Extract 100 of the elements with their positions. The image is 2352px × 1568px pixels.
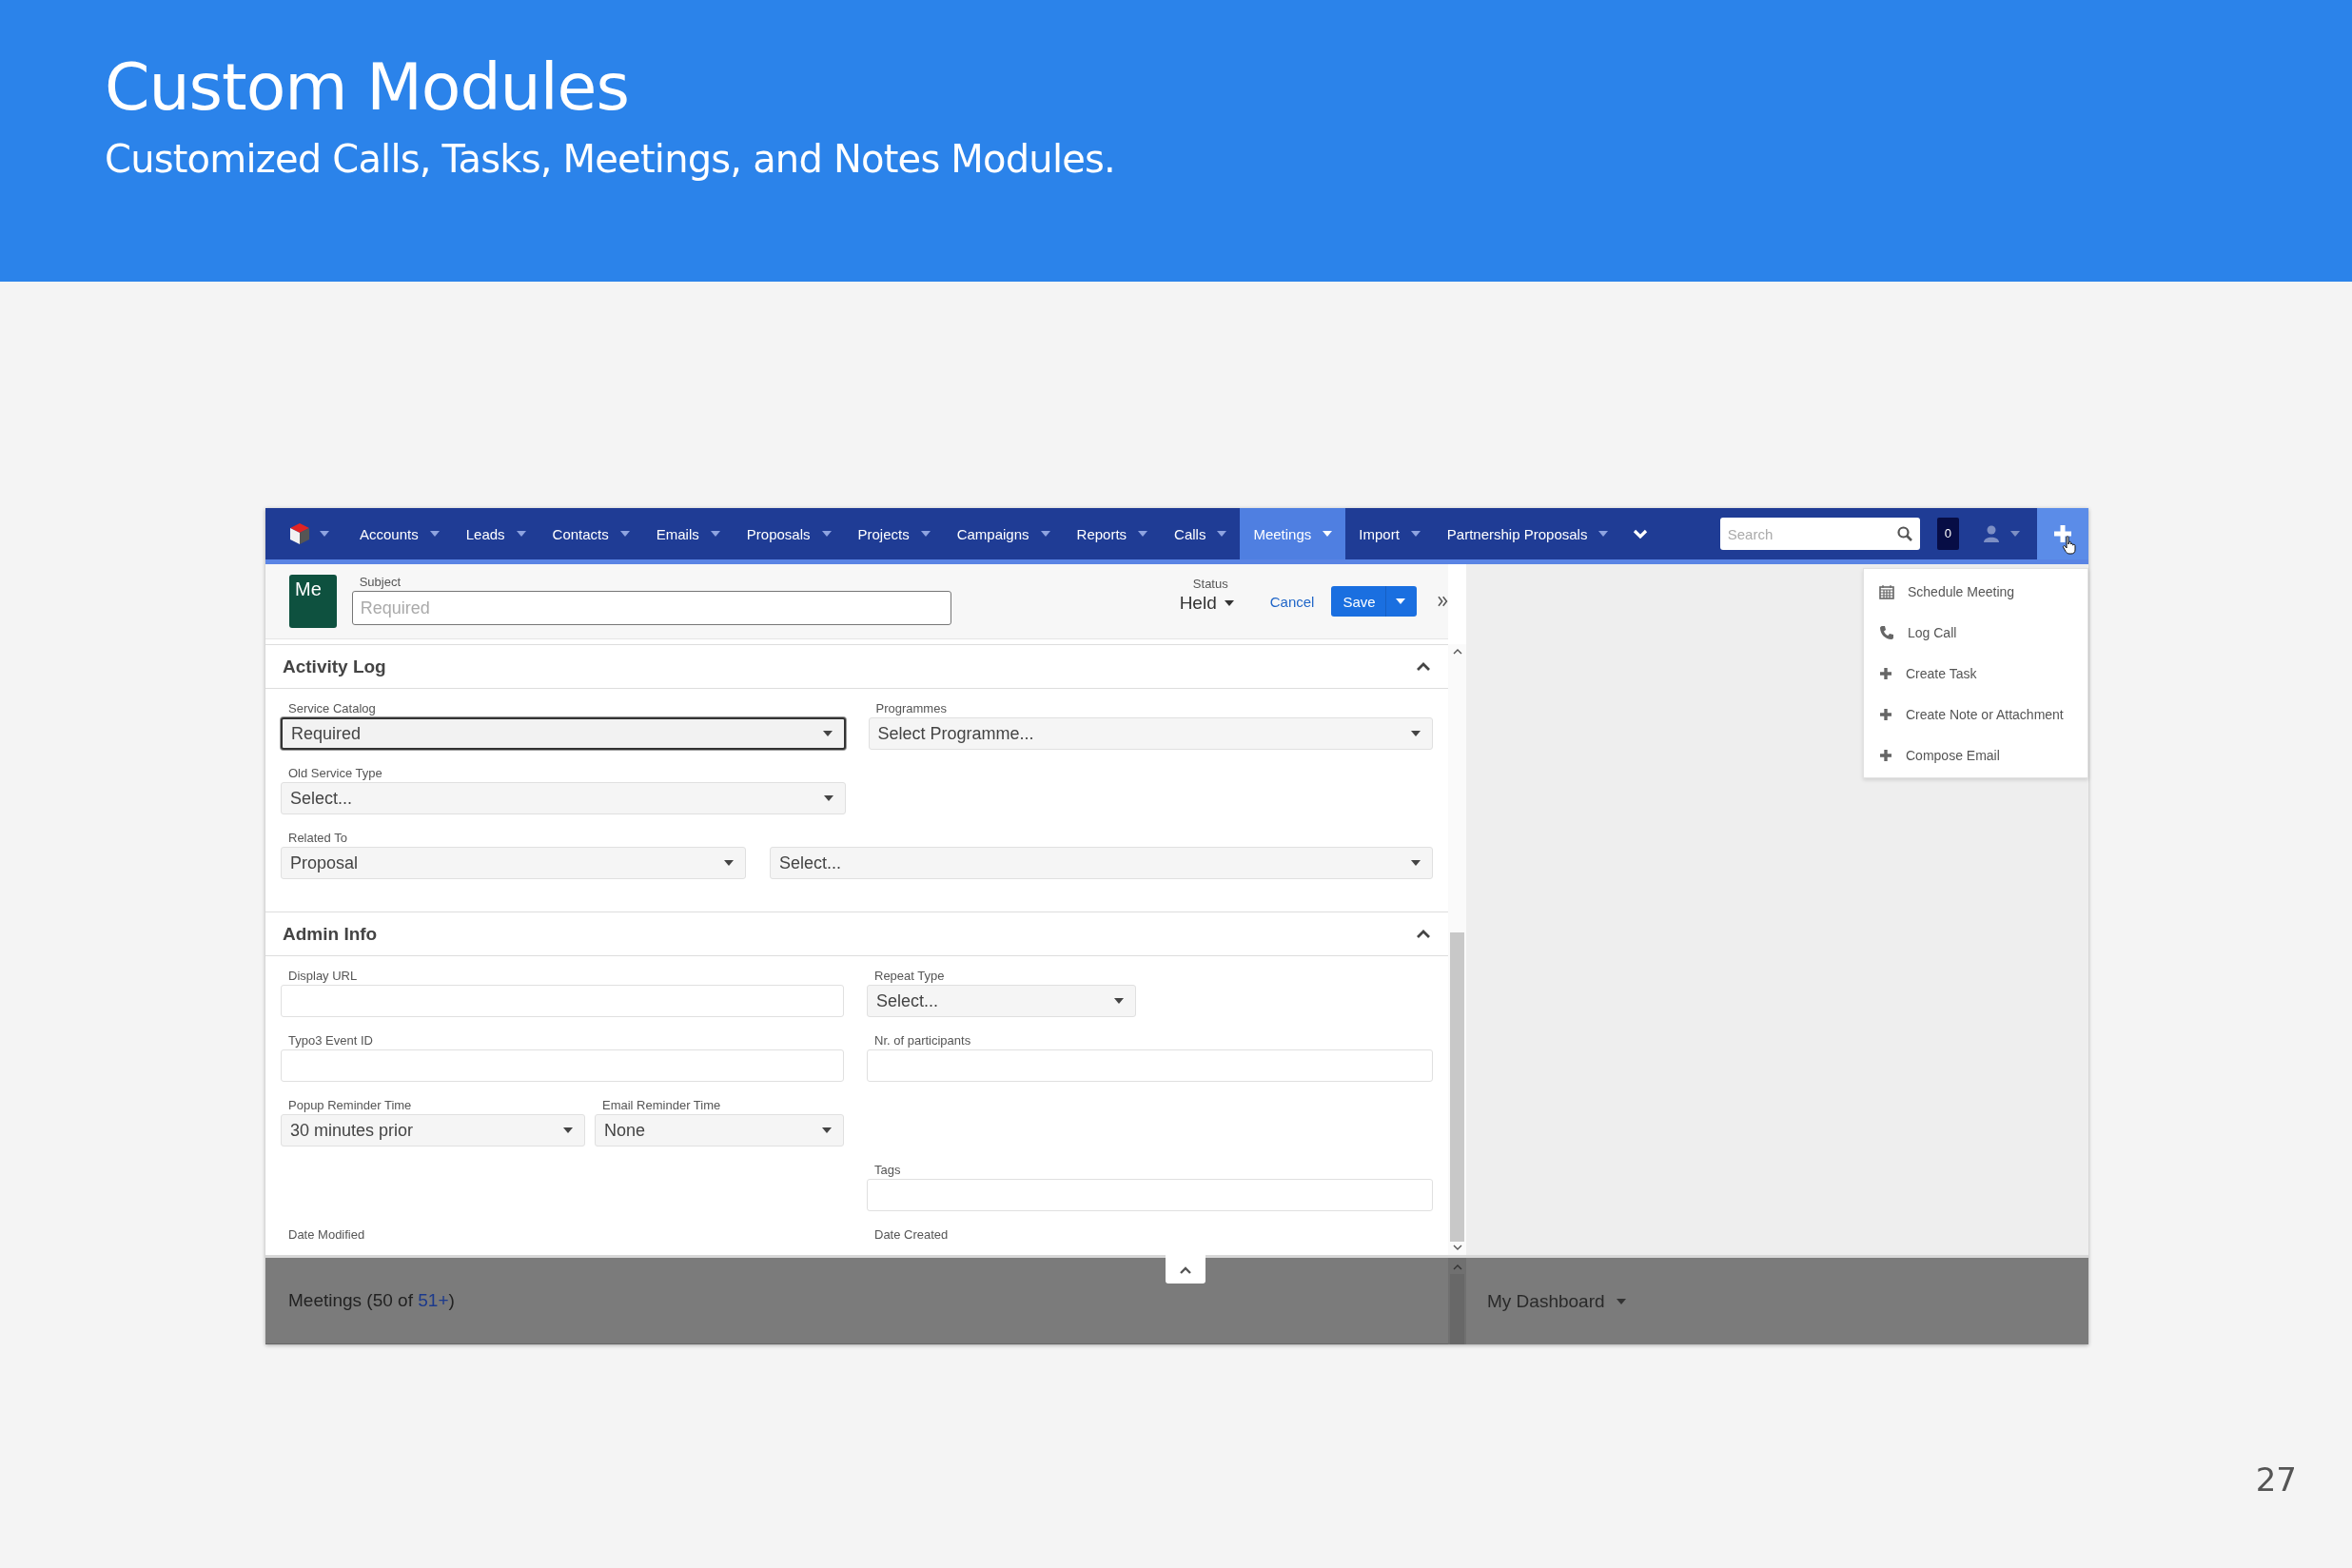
select-field[interactable]: Select...	[867, 985, 1136, 1017]
nav-tab[interactable]: Accounts	[346, 508, 453, 559]
menu-item[interactable]: Schedule Meeting	[1864, 571, 2087, 612]
caret-icon	[1395, 598, 1405, 604]
caret-icon	[429, 531, 440, 537]
field-label: Status	[1192, 576, 1229, 593]
caret-icon	[822, 731, 833, 736]
scrollbar[interactable]	[1448, 644, 1466, 1255]
input-field[interactable]	[281, 1049, 844, 1082]
caret-icon	[822, 1127, 832, 1133]
field-label: Old Service Type	[287, 765, 383, 782]
select-field[interactable]: Select Programme...	[868, 717, 1433, 750]
cancel-link[interactable]: Cancel	[1269, 593, 1315, 610]
slide-subtitle: Customized Calls, Tasks, Meetings, and Notes Modules.	[105, 137, 1116, 181]
chevron-down-icon[interactable]	[1633, 528, 1649, 539]
input-field[interactable]	[867, 1049, 1433, 1082]
caret-icon	[920, 531, 931, 537]
caret-icon	[821, 531, 832, 537]
save-button[interactable]: Save	[1331, 586, 1417, 617]
menu-item[interactable]: Compose Email	[1864, 735, 2087, 775]
plus-icon	[1879, 666, 1892, 680]
field-label: Tags	[873, 1162, 902, 1179]
phone-icon	[1879, 624, 1894, 640]
caret-icon	[1410, 531, 1421, 537]
menu-item[interactable]: Create Task	[1864, 653, 2087, 694]
nav-tab[interactable]: Projects	[844, 508, 944, 559]
status-dropdown[interactable]: Held	[1179, 593, 1234, 614]
caret-icon	[1598, 531, 1609, 537]
caret-icon	[1114, 998, 1124, 1004]
collapse-button[interactable]	[1166, 1255, 1205, 1284]
plus-icon	[1879, 748, 1892, 762]
nav-tab[interactable]: Calls	[1161, 508, 1241, 559]
caret-icon	[1040, 531, 1050, 537]
plus-icon	[1879, 707, 1892, 721]
nav-tab[interactable]: Partnership Proposals	[1433, 508, 1622, 559]
section-title: Admin Info	[283, 923, 378, 945]
search-field[interactable]: Search	[1719, 518, 1920, 550]
avatar: Me	[289, 575, 337, 628]
scroll-up-icon	[1452, 1264, 1462, 1270]
field-label: Nr. of participants	[873, 1032, 972, 1049]
notification-count[interactable]: 0	[1936, 518, 1959, 550]
caret-icon	[1411, 860, 1421, 866]
select-field[interactable]: None	[595, 1114, 844, 1147]
field-label: Repeat Type	[873, 968, 946, 985]
input-field[interactable]	[867, 1179, 1433, 1211]
menu-item[interactable]: Log Call	[1864, 612, 2087, 653]
slide-title: Custom Modules	[105, 49, 630, 126]
section-header[interactable]: Admin Info	[265, 911, 1448, 956]
nav-tab[interactable]: Contacts	[539, 508, 643, 559]
nav-tab[interactable]: Import	[1345, 508, 1434, 559]
caret-icon	[823, 795, 833, 801]
scroll-up-icon	[1452, 648, 1462, 655]
nav-tab[interactable]: Proposals	[733, 508, 845, 559]
search-icon	[1896, 526, 1912, 541]
cube-logo-icon	[289, 522, 310, 545]
field-label: Related To	[287, 830, 348, 847]
quick-create-button[interactable]	[2037, 508, 2088, 559]
caret-icon	[1323, 531, 1333, 537]
select-field[interactable]: Select...	[281, 782, 846, 814]
field-label: Subject	[358, 574, 402, 591]
nav-tab[interactable]: Emails	[642, 508, 734, 559]
field-label: Display URL	[287, 968, 359, 985]
select-field[interactable]: Proposal	[281, 847, 746, 879]
caret-icon	[710, 531, 720, 537]
select-field[interactable]: Select...	[770, 847, 1433, 879]
caret-icon	[724, 860, 734, 866]
nav-tab[interactable]: Reports	[1063, 508, 1162, 559]
dashlet-title: Meetings (50 of 51+)	[288, 1290, 455, 1311]
user-icon	[1984, 525, 1999, 542]
caret-icon	[516, 531, 526, 537]
caret-icon	[320, 531, 329, 537]
caret-icon	[1616, 1298, 1626, 1304]
double-chevron-icon[interactable]	[1437, 596, 1448, 607]
caret-icon	[563, 1127, 573, 1133]
scrollbar[interactable]	[1448, 1258, 1466, 1344]
caret-icon	[1224, 600, 1234, 606]
field-label: Popup Reminder Time	[287, 1097, 413, 1114]
field-label: Programmes	[874, 700, 948, 717]
caret-icon	[2010, 531, 2020, 537]
select-field[interactable]: 30 minutes prior	[281, 1114, 585, 1147]
subject-field[interactable]: Required	[351, 591, 951, 625]
nav-tab[interactable]: Campaigns	[943, 508, 1064, 559]
nav-tab[interactable]: Leads	[452, 508, 539, 559]
caret-icon	[1411, 731, 1421, 736]
input-field[interactable]	[281, 985, 844, 1017]
field-label: Service Catalog	[287, 700, 377, 717]
nav-tab[interactable]: Meetings	[1240, 508, 1346, 559]
field-label: Typo3 Event ID	[287, 1032, 374, 1049]
calendar-icon	[1879, 583, 1894, 599]
hand-cursor-icon	[2062, 536, 2077, 555]
select-field[interactable]: Required	[281, 717, 846, 750]
caret-icon	[1138, 531, 1148, 537]
section-header[interactable]: Activity Log	[265, 644, 1448, 689]
caret-icon	[1217, 531, 1227, 537]
caret-icon	[619, 531, 630, 537]
plus-icon	[2053, 524, 2072, 543]
menu-item[interactable]: Create Note or Attachment	[1864, 694, 2087, 735]
field-label: Date Modified	[287, 1226, 366, 1244]
chevron-up-icon	[1179, 1264, 1192, 1274]
scroll-down-icon	[1452, 1245, 1462, 1251]
